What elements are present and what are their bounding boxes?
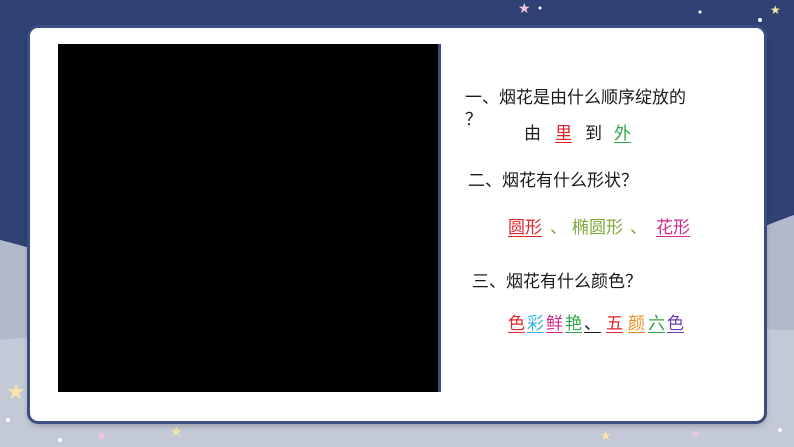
question-2: 二、烟花有什么形状？	[468, 171, 638, 191]
question-1-line-1: 一、烟花是由什么顺序绽放的	[465, 88, 686, 108]
answer-3-char: 艳	[565, 314, 582, 334]
answer-3-char: 五	[606, 314, 623, 334]
answer-3-char: 、	[584, 314, 601, 334]
answer-1-word-inside: 里	[555, 124, 572, 144]
answer-2-ellipse: 椭圆形	[572, 218, 623, 238]
answer-3-char: 六	[648, 314, 665, 334]
star-icon: ★	[170, 424, 183, 440]
answer-1-prefix: 由	[524, 124, 541, 144]
answer-2-circle: 圆形	[508, 218, 542, 238]
answer-1-to: 到	[585, 124, 602, 144]
video-frame[interactable]	[58, 44, 441, 392]
answer-3-char: 色	[508, 314, 525, 334]
star-icon: ★	[6, 380, 26, 405]
answer-2-separator: 、	[550, 218, 567, 238]
star-icon: ★	[96, 429, 107, 443]
answer-2-separator: 、	[630, 218, 647, 238]
question-3: 三、烟花有什么颜色？	[472, 272, 642, 292]
star-icon: ★	[518, 1, 531, 17]
answer-3-char: 颜	[628, 314, 645, 334]
answer-3-char: 鲜	[546, 314, 563, 334]
answer-1-word-outside: 外	[614, 124, 631, 144]
answer-2-flower: 花形	[656, 218, 690, 238]
star-icon: ★	[600, 429, 612, 444]
star-icon: ★	[770, 3, 781, 17]
star-icon: ★	[690, 427, 701, 441]
question-1-line-2: ？	[465, 110, 482, 130]
answer-3-char: 彩	[527, 314, 544, 334]
answer-3-char: 色	[667, 314, 684, 334]
